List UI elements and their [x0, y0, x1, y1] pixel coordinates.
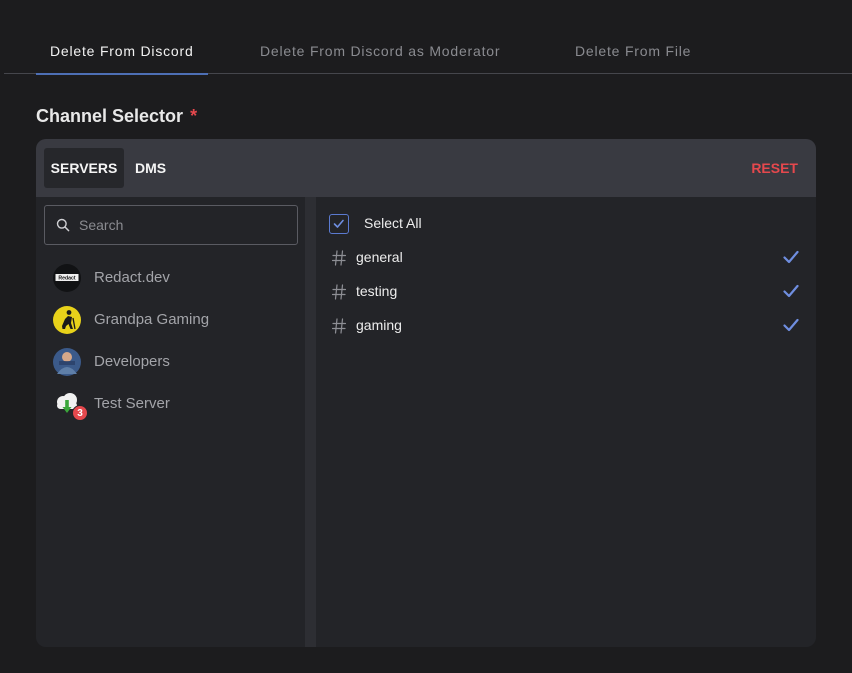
server-item-developers[interactable]: Developers — [53, 346, 293, 378]
hash-icon — [332, 318, 346, 334]
channel-selector-panel: SERVERS DMS RESET Redact Redact.dev — [36, 139, 816, 647]
channel-name: general — [356, 249, 403, 265]
tab-delete-from-discord-as-moderator[interactable]: Delete From Discord as Moderator — [260, 30, 500, 74]
channel-item-general[interactable]: general — [329, 247, 799, 271]
tab-delete-from-discord[interactable]: Delete From Discord — [36, 30, 208, 75]
server-item-grandpa-gaming[interactable]: Grandpa Gaming — [53, 304, 293, 336]
dms-tab-button[interactable]: DMS — [127, 148, 174, 188]
redact-logo-text: Redact — [58, 275, 76, 281]
channel-list-column: Select All general testing gaming — [316, 197, 816, 647]
tab-delete-from-file[interactable]: Delete From File — [575, 30, 691, 74]
channel-name: gaming — [356, 317, 402, 333]
hash-icon — [332, 250, 346, 266]
redact-dev-avatar: Redact — [53, 264, 81, 292]
checkmark-icon — [333, 219, 344, 228]
server-item-test-server[interactable]: 3 Test Server — [53, 388, 293, 421]
channel-item-testing[interactable]: testing — [329, 281, 799, 305]
channel-item-gaming[interactable]: gaming — [329, 315, 799, 339]
server-list-column: Redact Redact.dev Grandpa Gaming Develop… — [36, 197, 305, 647]
channel-selector-label: Channel Selector — [36, 106, 184, 126]
checkmark-icon — [783, 250, 799, 264]
server-name: Developers — [94, 353, 170, 370]
column-divider — [305, 197, 316, 647]
developers-avatar — [53, 348, 81, 376]
select-all-checkbox[interactable] — [329, 214, 349, 234]
server-name: Test Server — [94, 395, 170, 412]
grandpa-gaming-avatar — [53, 306, 81, 334]
checkmark-icon — [783, 284, 799, 298]
search-icon — [56, 218, 70, 232]
server-name: Grandpa Gaming — [94, 311, 210, 328]
server-name: Redact.dev — [94, 269, 170, 286]
reset-button[interactable]: RESET — [751, 148, 798, 188]
checkmark-icon — [783, 318, 799, 332]
hash-icon — [332, 284, 346, 300]
search-input[interactable] — [79, 206, 289, 244]
server-item-redact-dev[interactable]: Redact Redact.dev — [53, 262, 293, 294]
tab-bar: Delete From Discord Delete From Discord … — [4, 30, 852, 75]
required-marker: * — [190, 106, 198, 126]
search-box[interactable] — [44, 205, 298, 245]
servers-tab-button[interactable]: SERVERS — [44, 148, 124, 188]
channel-selector-title: Channel Selector * — [36, 106, 197, 127]
select-all-label: Select All — [364, 215, 422, 231]
notification-badge: 3 — [72, 405, 88, 421]
panel-header: SERVERS DMS RESET — [36, 139, 816, 197]
channel-name: testing — [356, 283, 398, 299]
